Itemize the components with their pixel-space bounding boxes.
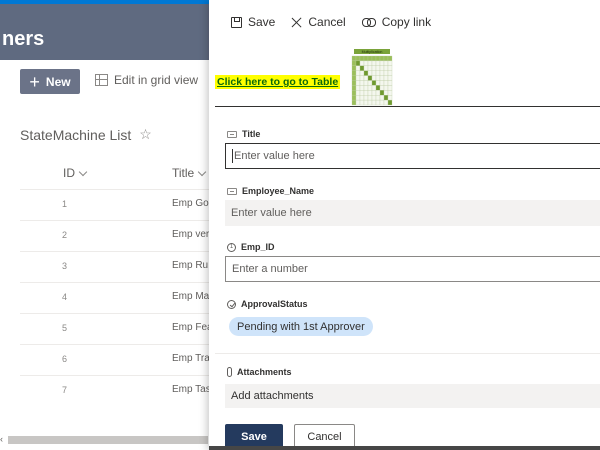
panel-command-bar: Save Cancel Copy link	[209, 0, 600, 44]
new-button[interactable]: + New	[20, 69, 80, 94]
table-row[interactable]: 2 Emp ver	[20, 220, 210, 251]
close-icon	[291, 17, 302, 28]
table-row[interactable]: 7 Emp Tas	[20, 375, 211, 406]
text-field-icon	[227, 187, 237, 195]
site-title: ners	[2, 28, 45, 50]
row-title[interactable]: Emp Tas	[172, 384, 211, 395]
edit-grid-view-label: Edit in grid view	[114, 73, 199, 87]
save-icon	[231, 16, 242, 28]
copy-link-label: Copy link	[381, 15, 432, 29]
row-title[interactable]: Emp Go	[172, 198, 209, 209]
row-title[interactable]: Emp Fea	[172, 322, 213, 333]
row-id: 4	[62, 292, 68, 302]
row-title[interactable]: Emp Tra	[172, 353, 210, 364]
copy-link-command[interactable]: Copy link	[361, 15, 432, 29]
panel-save-label: Save	[248, 15, 276, 29]
text-field-icon	[227, 130, 237, 138]
table-row[interactable]: 5 Emp Fea	[20, 313, 213, 344]
title-input[interactable]: Enter value here	[225, 143, 600, 169]
bottom-strip	[209, 446, 600, 450]
column-header-title-label: Title	[172, 166, 195, 180]
emp-id-label-text: Emp_ID	[241, 242, 275, 252]
emp-id-placeholder: Enter a number	[232, 263, 308, 275]
column-header-id-label: ID	[63, 166, 75, 180]
employee-name-field-label: Employee_Name	[227, 186, 314, 196]
row-id: 6	[62, 354, 68, 364]
panel-save-command[interactable]: Save	[231, 15, 275, 29]
title-label-text: Title	[242, 129, 261, 139]
multiplication-table-image: Multiplication	[351, 49, 393, 106]
table-row[interactable]: 1 Emp Go	[20, 189, 210, 220]
command-bar: + New Edit in grid view	[0, 60, 210, 104]
grid-icon	[95, 74, 108, 86]
chevron-down-icon	[78, 167, 88, 176]
row-title[interactable]: Emp Ma	[172, 291, 209, 302]
new-button-label: New	[45, 74, 71, 89]
row-id: 5	[62, 323, 68, 333]
text-cursor	[232, 149, 233, 163]
chevron-down-icon	[197, 167, 207, 176]
row-title[interactable]: Emp Ru	[172, 260, 208, 271]
title-input-placeholder: Enter value here	[234, 150, 315, 162]
choice-field-icon	[227, 299, 236, 309]
thumb-title: Multiplication	[362, 50, 383, 54]
panel-cancel-command[interactable]: Cancel	[291, 15, 345, 29]
scroll-left-icon[interactable]: ‹	[0, 434, 3, 444]
add-attachments-label: Add attachments	[231, 390, 314, 402]
plus-icon: +	[29, 71, 40, 92]
emp-id-field-label: 1 Emp_ID	[227, 242, 275, 252]
employee-name-placeholder: Enter value here	[231, 207, 312, 219]
approval-status-label-text: ApprovalStatus	[241, 299, 308, 309]
employee-name-label-text: Employee_Name	[242, 186, 315, 196]
content-divider	[215, 106, 600, 107]
table-row[interactable]: 3 Emp Ru	[20, 251, 210, 282]
approval-status-pill[interactable]: Pending with 1st Approver	[229, 317, 373, 336]
attachments-field-label: Attachments	[227, 367, 292, 377]
column-header-title[interactable]: Title	[172, 166, 207, 180]
site-header: ners	[0, 4, 210, 60]
title-field-label: Title	[227, 129, 260, 139]
link-icon	[361, 17, 376, 27]
row-id: 1	[62, 199, 68, 209]
horizontal-scrollbar[interactable]	[8, 436, 208, 444]
star-icon[interactable]: ☆	[139, 126, 152, 143]
row-title[interactable]: Emp ver	[172, 229, 209, 240]
approval-status-field-label: ApprovalStatus	[227, 299, 308, 309]
emp-id-input[interactable]: Enter a number	[225, 256, 600, 282]
row-id: 7	[62, 385, 68, 395]
list-title-text: StateMachine List	[20, 126, 132, 143]
list-title: StateMachine List ☆	[20, 126, 152, 143]
table-row[interactable]: 6 Emp Tra	[20, 344, 210, 375]
attachments-label-text: Attachments	[237, 367, 292, 377]
row-id: 2	[62, 230, 68, 240]
employee-name-input[interactable]: Enter value here	[225, 200, 600, 226]
table-row[interactable]: 4 Emp Ma	[20, 282, 210, 313]
panel-cancel-label: Cancel	[308, 15, 346, 29]
column-header-id[interactable]: ID	[63, 166, 88, 180]
edit-grid-view-button[interactable]: Edit in grid view	[95, 73, 198, 87]
go-to-table-link[interactable]: Click here to go to Table	[215, 75, 341, 89]
number-field-icon: 1	[227, 242, 236, 252]
edit-item-panel: Save Cancel Copy link Multiplication Cli…	[209, 0, 600, 450]
add-attachments-input[interactable]: Add attachments	[225, 384, 600, 408]
section-separator	[215, 353, 600, 354]
paperclip-icon	[227, 367, 232, 377]
row-id: 3	[62, 261, 68, 271]
